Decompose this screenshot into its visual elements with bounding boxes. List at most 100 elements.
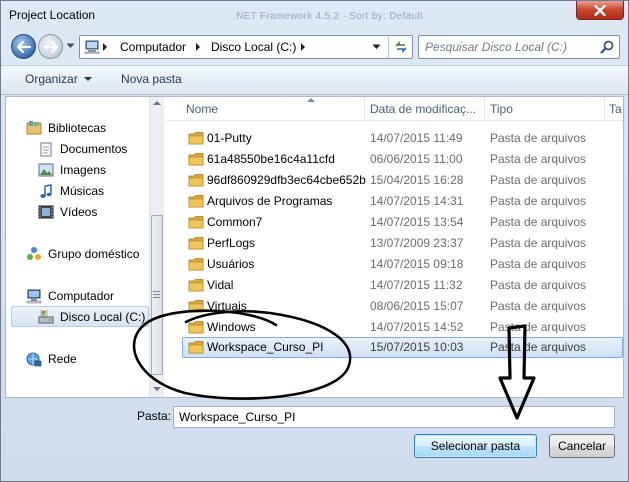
recent-pages-chevron-icon[interactable] (66, 43, 75, 49)
nav-item-label: Disco Local (C:) (60, 309, 146, 324)
nav-item-music[interactable]: Músicas (38, 183, 104, 199)
music-icon (38, 183, 54, 199)
new-folder-button[interactable]: Nova pasta (121, 72, 182, 86)
file-row[interactable]: Usuários 14/07/2015 09:18 Pasta de arquivo… (166, 254, 623, 275)
breadcrumb-separator-icon[interactable] (300, 43, 306, 51)
select-folder-button[interactable]: Selecionar pasta (414, 434, 537, 458)
file-name: Workspace_Curso_PI (207, 340, 324, 354)
file-type: Pasta de arquivos (490, 340, 587, 354)
file-row[interactable]: PerfLogs 13/07/2009 23:37 Pasta de arquivo… (166, 233, 623, 254)
column-header-date[interactable]: Data de modificaç... (370, 102, 476, 116)
folder-name-input[interactable] (173, 406, 615, 428)
folder-icon-wrap (188, 215, 204, 232)
nav-item-label: Computador (48, 289, 115, 303)
file-name: Arquivos de Programas (207, 194, 333, 208)
file-name: Vidal (207, 278, 234, 292)
file-name: Common7 (207, 215, 263, 229)
folder-icon (188, 174, 204, 187)
homegroup-icon (26, 246, 42, 262)
folder-icon (188, 279, 204, 292)
column-divider[interactable] (484, 97, 485, 121)
file-type: Pasta de arquivos (490, 215, 587, 229)
navigation-bar: Computador Disco Local (C:) (1, 30, 628, 62)
computer-icon (84, 40, 100, 54)
nav-item-videos[interactable]: Vídeos (38, 204, 97, 220)
back-button[interactable] (11, 34, 36, 59)
refresh-button[interactable] (388, 36, 412, 58)
nav-item-libraries[interactable]: Bibliotecas (26, 120, 106, 136)
network-icon (26, 351, 42, 367)
nav-item-computer[interactable]: Computador (26, 288, 114, 304)
folder-icon (188, 300, 204, 313)
nav-item-label: Imagens (60, 163, 107, 177)
folder-icon-wrap (188, 173, 204, 190)
folder-icon-wrap (188, 131, 204, 148)
file-row[interactable]: Common7 14/07/2015 13:54 Pasta de arquivos (166, 212, 623, 233)
file-type: Pasta de arquivos (490, 131, 587, 145)
chevron-down-icon (83, 77, 92, 81)
file-date: 08/06/2015 15:07 (370, 299, 464, 313)
navigation-pane-scrollbar[interactable] (149, 97, 164, 397)
search-icon[interactable] (600, 40, 614, 54)
address-bar[interactable]: Computador Disco Local (C:) (79, 35, 413, 59)
command-bar: Organizar Nova pasta (1, 65, 628, 95)
file-type: Pasta de arquivos (490, 194, 587, 208)
close-button[interactable] (576, 1, 624, 20)
file-type: Pasta de arquivos (490, 278, 587, 292)
nav-item-homegroup[interactable]: Grupo doméstico (26, 246, 139, 262)
folder-icon-wrap (188, 299, 204, 316)
images-icon (38, 162, 54, 178)
search-box[interactable] (418, 35, 620, 59)
file-row[interactable]: 61a48550be16c4a11cfd 06/06/2015 11:00 Past… (166, 149, 623, 170)
nav-item-network[interactable]: Rede (26, 351, 77, 367)
arrow-left-icon (16, 40, 31, 53)
cancel-button[interactable]: Cancelar (549, 434, 615, 458)
folder-icon-wrap (188, 236, 204, 253)
organize-menu-button[interactable]: Organizar (25, 72, 92, 86)
column-header-size[interactable]: Ta (609, 102, 622, 116)
nav-item-documents[interactable]: Documentos (38, 141, 127, 157)
nav-item-label: Documentos (60, 142, 128, 156)
nav-item-label: Grupo doméstico (48, 247, 140, 261)
dialog-footer: Pasta: Selecionar pasta Cancelar (1, 399, 628, 481)
folder-icon-wrap (188, 278, 204, 295)
libraries-icon (26, 120, 42, 136)
file-name: Usuários (207, 257, 255, 271)
file-row[interactable]: Vidal 14/07/2015 11:32 Pasta de arquivos (166, 275, 623, 296)
file-row[interactable]: Windows 14/07/2015 14:52 Pasta de arquivos (166, 317, 623, 338)
column-header-row: Nome Data de modificaç... Tipo Ta (166, 97, 623, 121)
file-date: 14/07/2015 11:32 (370, 278, 463, 292)
file-type: Pasta de arquivos (490, 173, 587, 187)
file-row[interactable]: Virtuais 08/06/2015 15:07 Pasta de arquivo… (166, 296, 623, 317)
column-divider[interactable] (604, 97, 605, 121)
folder-icon (188, 341, 204, 354)
file-row[interactable]: 01-Putty 14/07/2015 11:49 Pasta de arquivo… (166, 128, 623, 149)
computer-icon (26, 288, 42, 304)
nav-item-images[interactable]: Imagens (38, 162, 106, 178)
local-disk-icon (38, 309, 54, 325)
column-header-type[interactable]: Tipo (490, 102, 513, 116)
address-dropdown-chevron-icon[interactable] (372, 44, 381, 50)
nav-item-label: Rede (48, 352, 77, 366)
file-row[interactable]: Arquivos de Programas 14/07/2015 14:31 Pas… (166, 191, 623, 212)
breadcrumb-local-disk[interactable]: Disco Local (C:) (211, 40, 296, 54)
file-date: 06/06/2015 11:00 (370, 152, 463, 166)
breadcrumb-separator-icon[interactable] (102, 43, 108, 51)
breadcrumb-separator-icon[interactable] (195, 43, 201, 51)
scroll-down-arrow-icon[interactable] (153, 387, 161, 391)
folder-field-label: Pasta: (137, 409, 172, 423)
file-name: Windows (207, 320, 256, 334)
forward-button[interactable] (38, 34, 63, 59)
file-date: 14/07/2015 14:31 (370, 194, 464, 208)
column-header-name[interactable]: Nome (186, 102, 218, 116)
column-divider[interactable] (364, 97, 365, 121)
file-row[interactable]: 96df860929dfb3ec64cbe652b 15/04/2015 16:2… (166, 170, 623, 191)
nav-item-local-disk[interactable]: Disco Local (C:) (11, 306, 149, 327)
search-input[interactable] (425, 39, 595, 55)
folder-icon (188, 237, 204, 250)
breadcrumb-computer[interactable]: Computador (120, 40, 186, 54)
scroll-up-arrow-icon[interactable] (153, 101, 161, 105)
title-bar[interactable]: Project Location .NET Framework 4.5.2 · … (1, 1, 628, 29)
file-row-selected[interactable]: Workspace_Curso_PI 15/07/2015 10:03 Pasta … (182, 337, 623, 358)
folder-icon (188, 258, 204, 271)
